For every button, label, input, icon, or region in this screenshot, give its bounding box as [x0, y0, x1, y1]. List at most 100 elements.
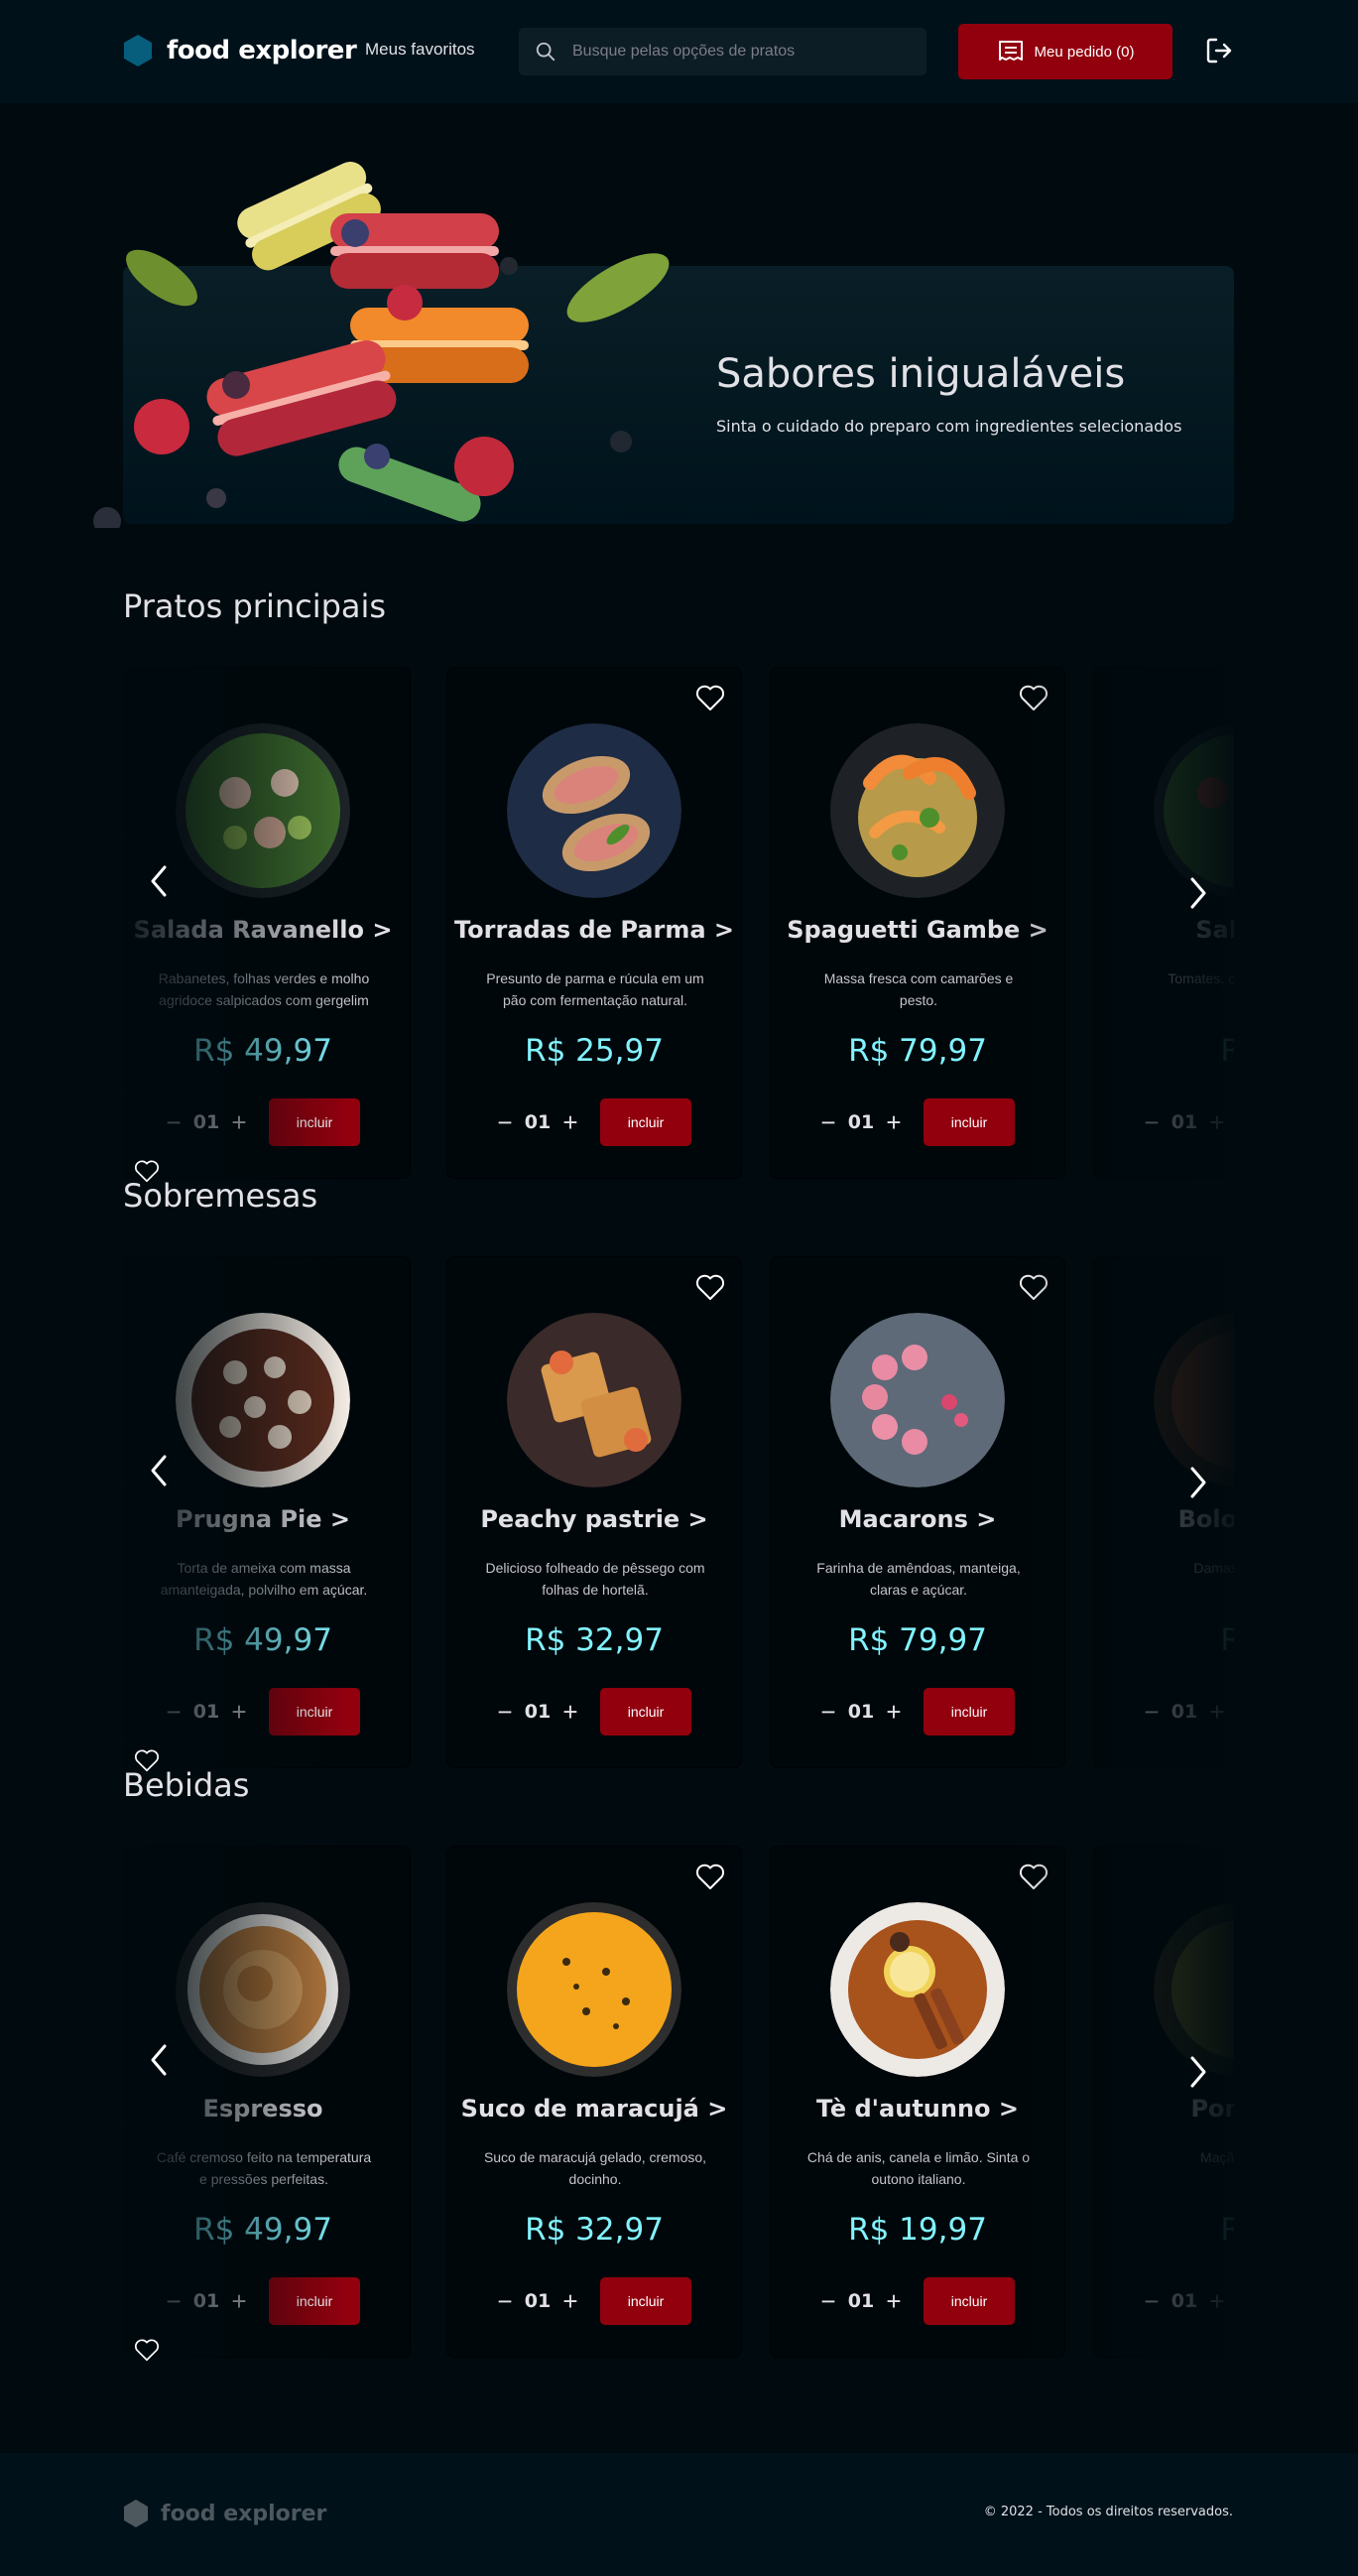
- dish-card[interactable]: Salada Ravanello > Rabanetes, folhas ver…: [123, 667, 411, 1179]
- plus-icon[interactable]: +: [882, 1697, 906, 1727]
- page-footer: food explorer © 2022 - Todos os direitos…: [0, 2453, 1358, 2576]
- dish-name[interactable]: Salada Ravanello >: [123, 916, 410, 944]
- logout-icon[interactable]: [1204, 36, 1234, 65]
- quantity-value: 01: [847, 1701, 875, 1723]
- dish-description: Massa fresca com camarões e pesto.: [823, 970, 1014, 1008]
- dish-name[interactable]: Suco de maracujá >: [447, 2095, 741, 2123]
- heart-icon[interactable]: [695, 1273, 725, 1301]
- include-button[interactable]: incluir: [269, 2277, 360, 2325]
- plus-icon[interactable]: +: [227, 2286, 251, 2316]
- quantity-controls: − 01 + incluir: [816, 2277, 1021, 2325]
- dish-price: R$ 49,97: [193, 1622, 332, 1658]
- minus-icon[interactable]: −: [816, 1107, 840, 1137]
- minus-icon[interactable]: −: [162, 1107, 185, 1137]
- dish-description: Torta de ameixa com massa amanteigada, p…: [160, 1560, 368, 1598]
- macarons-plate-image: [830, 1313, 1005, 1487]
- plus-icon[interactable]: +: [1205, 1107, 1229, 1137]
- plus-icon[interactable]: +: [558, 1107, 582, 1137]
- dish-card[interactable]: Pomo b Maçã, whisky R$ − 01 + incluir: [1093, 1846, 1234, 2358]
- dish-card[interactable]: Suco de maracujá > Suco de maracujá gela…: [446, 1846, 742, 2358]
- quantity-controls: − 01 + incluir: [493, 2277, 697, 2325]
- search-input[interactable]: [570, 42, 902, 62]
- plus-icon[interactable]: +: [558, 1697, 582, 1727]
- dish-price: R$ 79,97: [848, 1622, 987, 1658]
- quantity-value: 01: [192, 1701, 220, 1723]
- include-button[interactable]: incluir: [924, 1688, 1015, 1736]
- heart-icon[interactable]: [695, 684, 725, 711]
- dish-card[interactable]: Prugna Pie > Torta de ameixa com massa a…: [123, 1256, 411, 1768]
- plus-icon[interactable]: +: [558, 2286, 582, 2316]
- minus-icon[interactable]: −: [493, 2286, 517, 2316]
- minus-icon[interactable]: −: [816, 1697, 840, 1727]
- chevron-left-icon[interactable]: [147, 1451, 171, 1490]
- heart-icon[interactable]: [1019, 684, 1049, 711]
- heart-icon[interactable]: [1019, 1273, 1049, 1301]
- heart-icon[interactable]: [133, 2338, 161, 2362]
- dish-card[interactable]: Tè d'autunno > Chá de anis, canela e lim…: [770, 1846, 1065, 2358]
- minus-icon[interactable]: −: [162, 1697, 185, 1727]
- dish-name[interactable]: Tè d'autunno >: [771, 2095, 1064, 2123]
- minus-icon[interactable]: −: [493, 1107, 517, 1137]
- include-button[interactable]: incluir: [924, 2277, 1015, 2325]
- dish-name[interactable]: Salada: [1094, 916, 1234, 944]
- carousel-desserts: Prugna Pie > Torta de ameixa com massa a…: [123, 1256, 1234, 1768]
- cake-image: [1154, 1313, 1234, 1487]
- dish-card[interactable]: Spaguetti Gambe > Massa fresca com camar…: [770, 667, 1065, 1179]
- chevron-right-icon[interactable]: [1186, 873, 1210, 913]
- minus-icon[interactable]: −: [816, 2286, 840, 2316]
- dish-name[interactable]: Bolo de d: [1094, 1505, 1234, 1533]
- heart-icon[interactable]: [695, 1863, 725, 1890]
- include-button[interactable]: incluir: [269, 1098, 360, 1146]
- include-button[interactable]: incluir: [600, 1098, 691, 1146]
- plus-icon[interactable]: +: [1205, 1697, 1229, 1727]
- dish-name[interactable]: Spaguetti Gambe >: [771, 916, 1064, 944]
- include-button[interactable]: incluir: [600, 2277, 691, 2325]
- dish-name[interactable]: Espresso: [123, 2095, 410, 2123]
- chevron-right-icon[interactable]: [1186, 2052, 1210, 2092]
- dish-name[interactable]: Prugna Pie >: [123, 1505, 410, 1533]
- minus-icon[interactable]: −: [1140, 2286, 1164, 2316]
- dish-description: Suco de maracujá gelado, cremoso, docinh…: [483, 2149, 707, 2187]
- dish-card[interactable]: Bolo de d Damascos fr se R$ − 01 + inclu…: [1093, 1256, 1234, 1768]
- plus-icon[interactable]: +: [882, 1107, 906, 1137]
- chevron-left-icon[interactable]: [147, 861, 171, 901]
- search-bar[interactable]: [519, 28, 926, 75]
- dish-card[interactable]: Peachy pastrie > Delicioso folheado de p…: [446, 1256, 742, 1768]
- dish-card[interactable]: Salada Tomates, co roxa. Fresc R$ − 01 +…: [1093, 667, 1234, 1179]
- minus-icon[interactable]: −: [1140, 1697, 1164, 1727]
- include-button[interactable]: incluir: [924, 1098, 1015, 1146]
- quantity-controls: − 01 + incluir: [162, 1688, 366, 1736]
- minus-icon[interactable]: −: [1140, 1107, 1164, 1137]
- plus-icon[interactable]: +: [227, 1697, 251, 1727]
- banner-title: Sabores inigualáveis: [716, 351, 1126, 397]
- chevron-left-icon[interactable]: [147, 2040, 171, 2080]
- dish-name[interactable]: Pomo b: [1094, 2095, 1234, 2123]
- chevron-right-icon[interactable]: [1186, 1463, 1210, 1502]
- dish-card[interactable]: Torradas de Parma > Presunto de parma e …: [446, 667, 742, 1179]
- section-title-desserts: Sobremesas: [123, 1177, 318, 1215]
- plus-icon[interactable]: +: [1205, 2286, 1229, 2316]
- salad-plate-image: [176, 723, 350, 898]
- quantity-controls: − 01 + incluir: [493, 1688, 697, 1736]
- heart-icon[interactable]: [1019, 1863, 1049, 1890]
- dish-name[interactable]: Macarons >: [771, 1505, 1064, 1533]
- quantity-controls: − 01 + incluir: [1140, 1098, 1234, 1146]
- salad-plate-image: [1154, 723, 1234, 898]
- dish-name[interactable]: Peachy pastrie >: [447, 1505, 741, 1533]
- dish-description: Maçã, whisky: [1199, 2149, 1234, 2165]
- quantity-controls: − 01 + incluir: [162, 1098, 366, 1146]
- include-button[interactable]: incluir: [269, 1688, 360, 1736]
- dish-name[interactable]: Torradas de Parma >: [447, 916, 741, 944]
- dish-card[interactable]: Espresso Café cremoso feito na temperatu…: [123, 1846, 411, 2358]
- favorites-link[interactable]: Meus favoritos: [365, 40, 475, 60]
- plus-icon[interactable]: +: [227, 1107, 251, 1137]
- brand-logo[interactable]: food explorer: [123, 34, 357, 67]
- dish-card[interactable]: Macarons > Farinha de amêndoas, manteiga…: [770, 1256, 1065, 1768]
- minus-icon[interactable]: −: [493, 1697, 517, 1727]
- include-button[interactable]: incluir: [600, 1688, 691, 1736]
- quantity-value: 01: [524, 2290, 552, 2312]
- quantity-controls: − 01 + incluir: [493, 1098, 697, 1146]
- minus-icon[interactable]: −: [162, 2286, 185, 2316]
- my-order-button[interactable]: Meu pedido (0): [958, 24, 1173, 79]
- plus-icon[interactable]: +: [882, 2286, 906, 2316]
